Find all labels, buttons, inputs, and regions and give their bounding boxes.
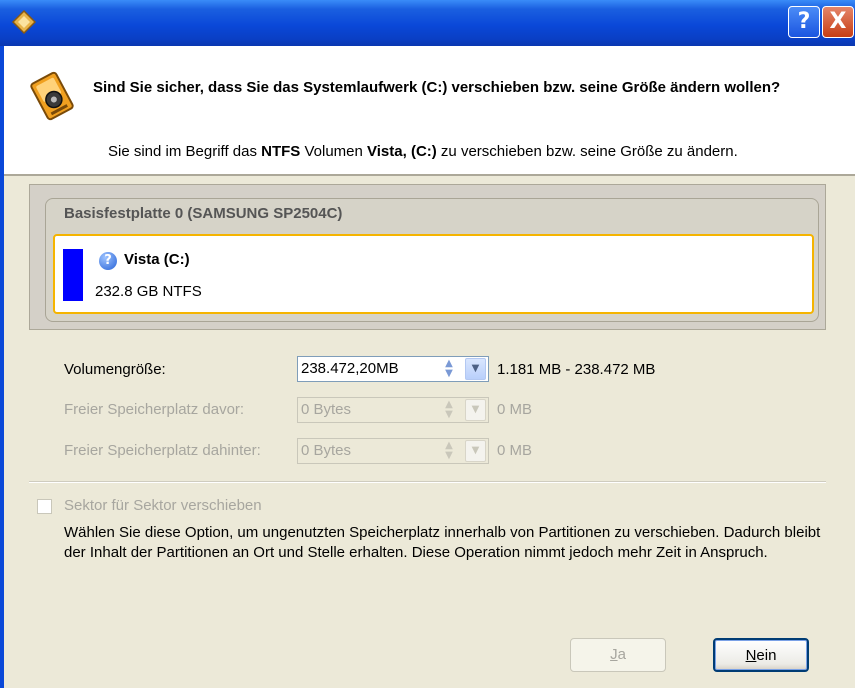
free-after-label: Freier Speicherplatz dahinter: — [64, 442, 261, 459]
no-button[interactable]: Nein — [713, 638, 809, 672]
partition-info: 232.8 GB NTFS — [95, 283, 202, 300]
free-before-range: 0 MB — [497, 401, 533, 418]
partition-vista[interactable] — [53, 234, 814, 314]
hard-drive-warning-icon — [30, 71, 74, 121]
disk-label: Basisfestplatte 0 (SAMSUNG SP2504C) — [64, 205, 343, 222]
confirmation-question: Sind Sie sicher, dass Sie das Systemlauf… — [93, 79, 781, 96]
diamond-app-icon — [11, 9, 37, 35]
help-button[interactable]: ? — [788, 6, 820, 38]
section-divider — [29, 481, 826, 483]
subtitle-middle: Volumen — [300, 143, 368, 160]
no-mnemonic: N — [745, 647, 757, 664]
confirmation-subtitle: Sie sind im Begriff das NTFS Volumen Vis… — [108, 143, 738, 160]
chevron-down-icon[interactable]: ▼ — [465, 440, 486, 462]
sector-by-sector-label[interactable]: Sektor für Sektor verschieben — [64, 497, 262, 514]
help-circle-icon: ? — [99, 252, 117, 270]
subtitle-prefix: Sie sind im Begriff das — [108, 143, 262, 160]
free-after-range: 0 MB — [497, 442, 533, 459]
yes-button[interactable]: Ja — [570, 638, 666, 672]
spin-updown-icon[interactable]: ▲ ▼ — [440, 359, 458, 379]
close-button[interactable]: X — [822, 6, 854, 38]
spin-updown-icon[interactable]: ▲ ▼ — [440, 400, 458, 420]
free-after-field[interactable]: 0 Bytes ▲ ▼ ▼ — [297, 438, 489, 464]
volume-size-label: Volumengröße: — [64, 361, 166, 378]
sector-by-sector-checkbox[interactable] — [37, 499, 52, 514]
dialog-header: Sind Sie sicher, dass Sie das Systemlauf… — [4, 46, 855, 174]
volume-size-range: 1.181 MB - 238.472 MB — [497, 361, 656, 378]
yes-mnemonic: J — [610, 646, 618, 663]
subtitle-suffix: zu verschieben bzw. seine Größe zu änder… — [436, 143, 738, 160]
header-divider — [4, 174, 855, 176]
subtitle-volume: Vista, (C:) — [367, 143, 437, 160]
free-before-field[interactable]: 0 Bytes ▲ ▼ ▼ — [297, 397, 489, 423]
chevron-down-icon[interactable]: ▼ — [465, 358, 486, 380]
confirm-resize-dialog: ? X Sind Sie sicher, dass Sie das System… — [0, 0, 855, 688]
free-before-value: 0 Bytes — [301, 401, 352, 418]
yes-label-rest: a — [617, 646, 626, 663]
spin-updown-icon[interactable]: ▲ ▼ — [440, 441, 458, 461]
subtitle-filesystem: NTFS — [261, 143, 301, 160]
free-after-value: 0 Bytes — [301, 442, 352, 459]
volume-size-value: 238.472,20MB — [301, 360, 399, 377]
free-before-label: Freier Speicherplatz davor: — [64, 401, 245, 418]
title-bar[interactable]: ? X — [0, 0, 855, 46]
chevron-down-icon[interactable]: ▼ — [465, 399, 486, 421]
partition-name: Vista (C:) — [124, 251, 190, 268]
sector-description: Wählen Sie diese Option, um ungenutzten … — [64, 524, 821, 561]
volume-size-field[interactable]: 238.472,20MB ▲ ▼ ▼ — [297, 356, 489, 382]
no-label-rest: ein — [756, 647, 777, 664]
partition-color-bar — [63, 249, 83, 301]
